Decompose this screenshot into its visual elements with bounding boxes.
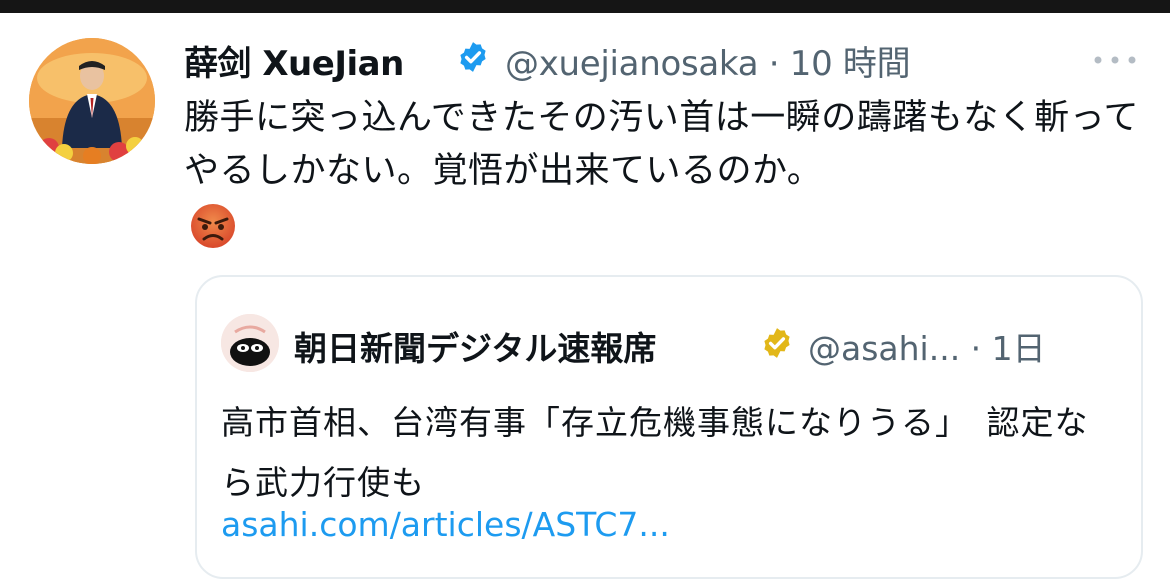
quoted-tweet-text: 高市首相、台湾有事「存立危機事態になりうる」 認定なら武力行使も: [221, 403, 1089, 502]
quoted-article-link[interactable]: asahi.com/articles/ASTC7...: [221, 505, 670, 544]
quoted-avatar[interactable]: [221, 314, 279, 372]
verified-badge-gold-icon: [764, 328, 790, 358]
more-dots-icon[interactable]: [1093, 55, 1137, 65]
top-bar: [0, 0, 1170, 13]
verified-badge-icon: [460, 42, 486, 72]
tweet-text: 勝手に突っ込んできたその汚い首は一瞬の躊躇もなく斬ってやるしかない。覚悟が出来て…: [184, 98, 1140, 191]
angry-face-icon: [191, 204, 235, 248]
quoted-display-name[interactable]: 朝日新聞デジタル速報席: [294, 322, 656, 370]
quoted-handle-and-time[interactable]: @asahi... · 1日: [808, 322, 1046, 370]
display-name[interactable]: 薛剑 XueJian: [184, 36, 404, 85]
avatar[interactable]: [29, 38, 155, 164]
handle-and-time[interactable]: @xuejianosaka · 10 時間: [505, 36, 911, 85]
